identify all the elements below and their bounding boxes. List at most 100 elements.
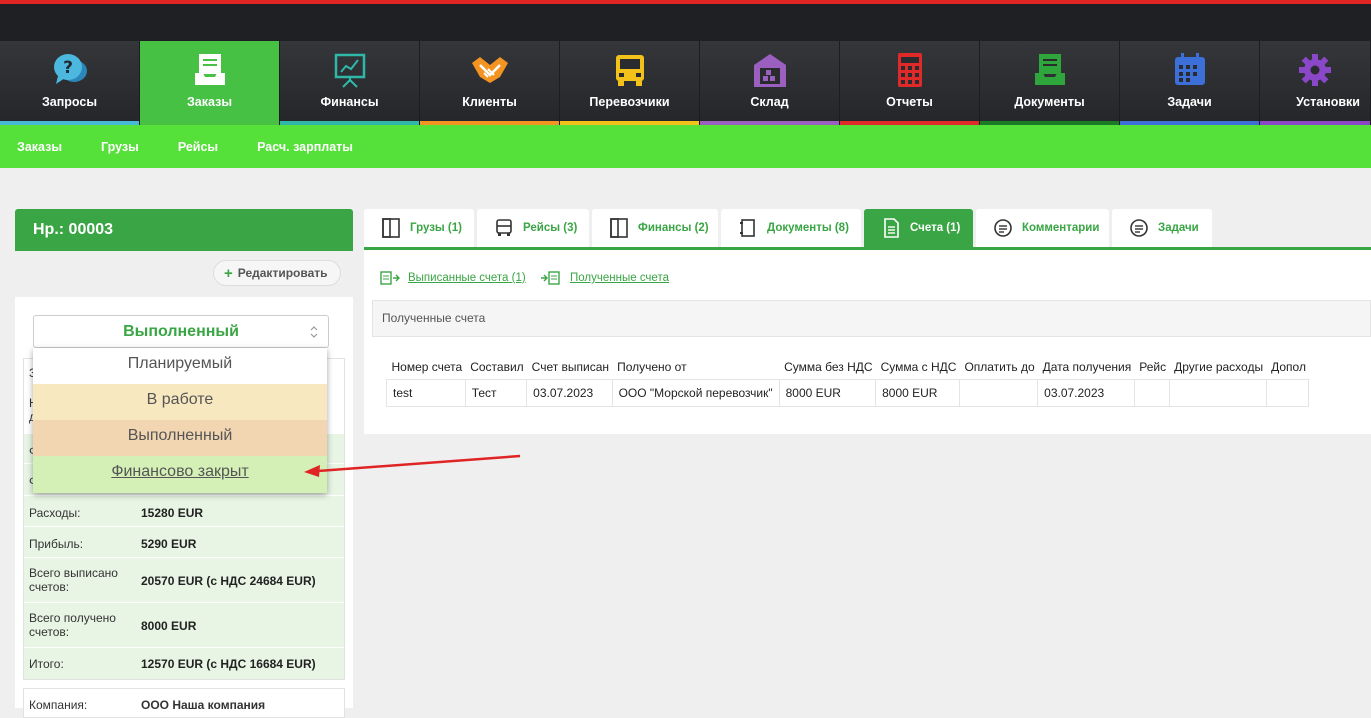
nav-label: Запросы bbox=[41, 95, 98, 109]
cell: 03.07.2023 bbox=[526, 379, 613, 407]
tab-label: Документы (8) bbox=[767, 222, 849, 234]
cell: 03.07.2023 bbox=[1037, 379, 1135, 407]
info-value: 5290 EUR bbox=[141, 537, 197, 551]
info-value: 15280 EUR bbox=[141, 506, 204, 520]
section-title: Полученные счета bbox=[382, 311, 486, 325]
warehouse-icon bbox=[753, 54, 786, 87]
panel-icon bbox=[382, 218, 400, 238]
info-key: Итого: bbox=[29, 657, 64, 671]
link-issued-invoices[interactable]: Выписанные счета (1) bbox=[380, 271, 526, 285]
truck-icon bbox=[615, 55, 644, 86]
select-arrows-icon bbox=[310, 326, 318, 338]
info-row-expenses: Расходы: 15280 EUR bbox=[24, 495, 344, 527]
nav-item-clients[interactable]: Клиенты bbox=[420, 41, 560, 125]
status-option-planned[interactable]: Планируемый bbox=[33, 348, 327, 384]
nav-label: Склад bbox=[750, 95, 789, 109]
top-black-bar bbox=[0, 4, 1371, 41]
tab-tasks[interactable]: Задачи bbox=[1112, 209, 1212, 247]
table-row[interactable]: test Тест 03.07.2023 ООО "Морской перево… bbox=[386, 379, 1310, 407]
gear-icon bbox=[1299, 54, 1331, 86]
col-header[interactable]: Получено от bbox=[612, 354, 779, 380]
info-row-received: Всего получено счетов: 8000 EUR bbox=[24, 602, 344, 648]
info-key: Расходы: bbox=[29, 506, 81, 520]
cell bbox=[1168, 379, 1267, 407]
subnav-salary[interactable]: Расч. зарплаты bbox=[257, 140, 353, 154]
panel-icon bbox=[610, 218, 628, 238]
nav-label: Отчеты bbox=[886, 95, 933, 109]
col-header[interactable]: Оплатить до bbox=[959, 354, 1037, 380]
col-header[interactable]: Счет выписан bbox=[527, 354, 612, 380]
nav-item-carriers[interactable]: Перевозчики bbox=[560, 41, 700, 125]
nav-item-warehouse[interactable]: Склад bbox=[700, 41, 840, 125]
link-label: Полученные счета bbox=[570, 272, 669, 284]
company-key: Компания: bbox=[29, 698, 88, 712]
tab-label: Грузы (1) bbox=[410, 222, 462, 234]
cell: 8000 EUR bbox=[875, 379, 960, 407]
nav-label: Клиенты bbox=[462, 95, 517, 109]
tab-cargo[interactable]: Грузы (1) bbox=[364, 209, 474, 247]
order-number-header: Нр.: 00003 bbox=[15, 209, 353, 251]
tab-invoices[interactable]: Счета (1) bbox=[864, 209, 973, 247]
tab-finance[interactable]: Финансы (2) bbox=[592, 209, 718, 247]
annotation-arrow bbox=[304, 454, 521, 477]
col-header[interactable]: Дата получения bbox=[1038, 354, 1135, 380]
nav-item-orders[interactable]: Заказы bbox=[140, 41, 280, 125]
edit-button-label: Редактировать bbox=[237, 266, 328, 280]
cell: test bbox=[386, 379, 466, 407]
document-tray-icon bbox=[1034, 54, 1065, 85]
nav-item-settings[interactable]: Установки bbox=[1260, 41, 1371, 125]
info-value: 12570 EUR (с НДС 16684 EUR) bbox=[141, 657, 316, 671]
tab-label: Рейсы (3) bbox=[523, 222, 578, 234]
inbox-tray-icon bbox=[194, 54, 225, 85]
arrow-list-icon bbox=[541, 271, 560, 285]
nav-item-requests[interactable]: ? Запросы bbox=[0, 41, 140, 125]
received-invoices-table: Номер счета Составил Счет выписан Получе… bbox=[386, 354, 1310, 407]
info-row-profit: Прибыль: 5290 EUR bbox=[24, 526, 344, 558]
tab-comments[interactable]: Комментарии bbox=[976, 209, 1109, 247]
col-header[interactable]: Другие расходы bbox=[1169, 354, 1266, 380]
col-header[interactable]: Рейс bbox=[1134, 354, 1169, 380]
cell bbox=[1133, 379, 1170, 407]
info-row-issued: Всего выписано счетов: 20570 EUR (с НДС … bbox=[24, 557, 344, 603]
subnav-cargo[interactable]: Грузы bbox=[101, 140, 139, 154]
subnav-orders[interactable]: Заказы bbox=[17, 140, 62, 154]
info-value: 8000 EUR bbox=[141, 619, 197, 633]
status-option-in-progress[interactable]: В работе bbox=[33, 384, 327, 420]
subnav-trips[interactable]: Рейсы bbox=[178, 140, 218, 154]
col-header[interactable]: Допол bbox=[1266, 354, 1309, 380]
nav-label: Финансы bbox=[320, 95, 379, 109]
nav-item-tasks[interactable]: Задачи bbox=[1120, 41, 1260, 125]
tab-label: Счета (1) bbox=[910, 222, 961, 234]
link-received-invoices[interactable]: Полученные счета bbox=[540, 271, 669, 285]
tab-label: Финансы (2) bbox=[638, 222, 709, 234]
edit-button[interactable]: + Редактировать bbox=[213, 260, 341, 286]
nav-label: Перевозчики bbox=[589, 95, 670, 109]
col-header[interactable]: Сумма с НДС bbox=[876, 354, 960, 380]
tab-label: Комментарии bbox=[1022, 222, 1100, 234]
status-select[interactable]: Выполненный bbox=[33, 315, 329, 348]
cell: 8000 EUR bbox=[778, 379, 877, 407]
nav-item-reports[interactable]: Отчеты bbox=[840, 41, 980, 125]
nav-label: Установки bbox=[1296, 95, 1360, 109]
status-option-financially-closed[interactable]: Финансово закрыт bbox=[33, 456, 327, 493]
nav-item-finance[interactable]: Финансы bbox=[280, 41, 420, 125]
question-bubble-icon: ? bbox=[53, 54, 87, 84]
handshake-icon bbox=[471, 57, 508, 83]
cell: Тест bbox=[464, 379, 528, 407]
info-key: Прибыль: bbox=[29, 537, 84, 551]
cell: ООО "Морской перевозчик" bbox=[611, 379, 780, 407]
tab-label: Задачи bbox=[1158, 222, 1199, 234]
tab-documents[interactable]: Документы (8) bbox=[721, 209, 861, 247]
tab-trips[interactable]: Рейсы (3) bbox=[477, 209, 589, 247]
col-header[interactable]: Сумма без НДС bbox=[779, 354, 875, 380]
status-dropdown: Планируемый В работе Выполненный Финансо… bbox=[33, 348, 327, 493]
plus-icon: + bbox=[224, 264, 233, 282]
nav-item-documents[interactable]: Документы bbox=[980, 41, 1120, 125]
col-header[interactable]: Номер счета bbox=[387, 354, 466, 380]
calculator-icon bbox=[897, 53, 922, 87]
status-option-completed[interactable]: Выполненный bbox=[33, 420, 327, 456]
main-navigation: ? Запросы Заказы Финансы Клиенты Перевоз… bbox=[0, 41, 1371, 125]
document-icon bbox=[740, 219, 755, 237]
col-header[interactable]: Составил bbox=[465, 354, 526, 380]
company-value: ООО Наша компания bbox=[141, 698, 266, 712]
